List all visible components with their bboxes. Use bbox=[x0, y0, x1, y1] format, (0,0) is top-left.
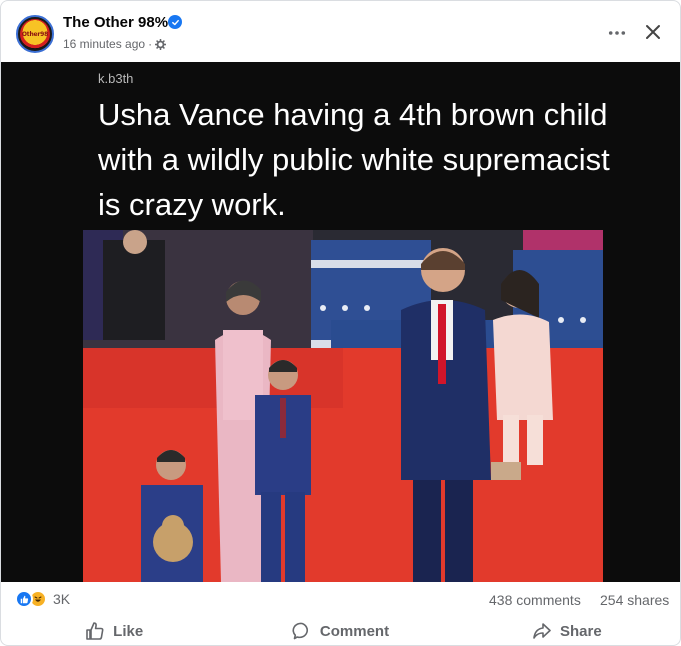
image-headline: Usha Vance having a 4th brown child with… bbox=[98, 97, 610, 222]
avatar-logo-text: Other98 bbox=[21, 30, 49, 38]
comment-label: Comment bbox=[319, 622, 390, 640]
comments-count[interactable]: 438 comments bbox=[489, 592, 581, 608]
event-photo bbox=[83, 230, 603, 582]
post-timestamp[interactable]: 16 minutes ago bbox=[63, 37, 145, 51]
event-photo-illustration bbox=[83, 230, 603, 582]
share-label: Share bbox=[559, 622, 602, 640]
share-arrow-icon bbox=[533, 623, 551, 639]
verified-badge-icon bbox=[168, 15, 182, 29]
post-header: Other98 The Other 98% 16 minutes ago · bbox=[1, 1, 680, 61]
post-stats: 3K 438 comments 254 shares bbox=[1, 583, 680, 615]
image-username: k.b3th bbox=[98, 71, 134, 86]
gear-icon[interactable] bbox=[154, 38, 167, 50]
page-name[interactable]: The Other 98% bbox=[63, 14, 168, 31]
share-button[interactable]: Share bbox=[454, 615, 680, 645]
like-label: Like bbox=[113, 622, 144, 640]
shares-count[interactable]: 254 shares bbox=[600, 592, 669, 608]
page-avatar[interactable]: Other98 bbox=[16, 15, 54, 53]
more-options-icon bbox=[608, 31, 626, 35]
meta-separator: · bbox=[148, 37, 153, 51]
facebook-post: Other98 The Other 98% 16 minutes ago · k… bbox=[0, 0, 681, 646]
post-actions: Like Comment Share bbox=[1, 615, 680, 645]
post-image[interactable]: k.b3th Usha Vance having a 4th brown chi… bbox=[1, 62, 680, 582]
close-icon bbox=[646, 25, 660, 39]
close-button[interactable] bbox=[640, 19, 666, 45]
reaction-count: 3K bbox=[53, 591, 71, 607]
post-meta: 16 minutes ago · bbox=[63, 37, 167, 51]
thumbs-up-outline-icon bbox=[86, 622, 104, 640]
like-button[interactable]: Like bbox=[1, 615, 227, 645]
reactions-summary[interactable]: 3K bbox=[15, 590, 70, 608]
avatar-logo: Other98 bbox=[20, 19, 50, 49]
comment-button[interactable]: Comment bbox=[227, 615, 453, 645]
more-options-button[interactable] bbox=[604, 20, 630, 46]
thumbs-up-icon bbox=[15, 590, 33, 608]
comment-bubble-icon bbox=[292, 622, 308, 640]
